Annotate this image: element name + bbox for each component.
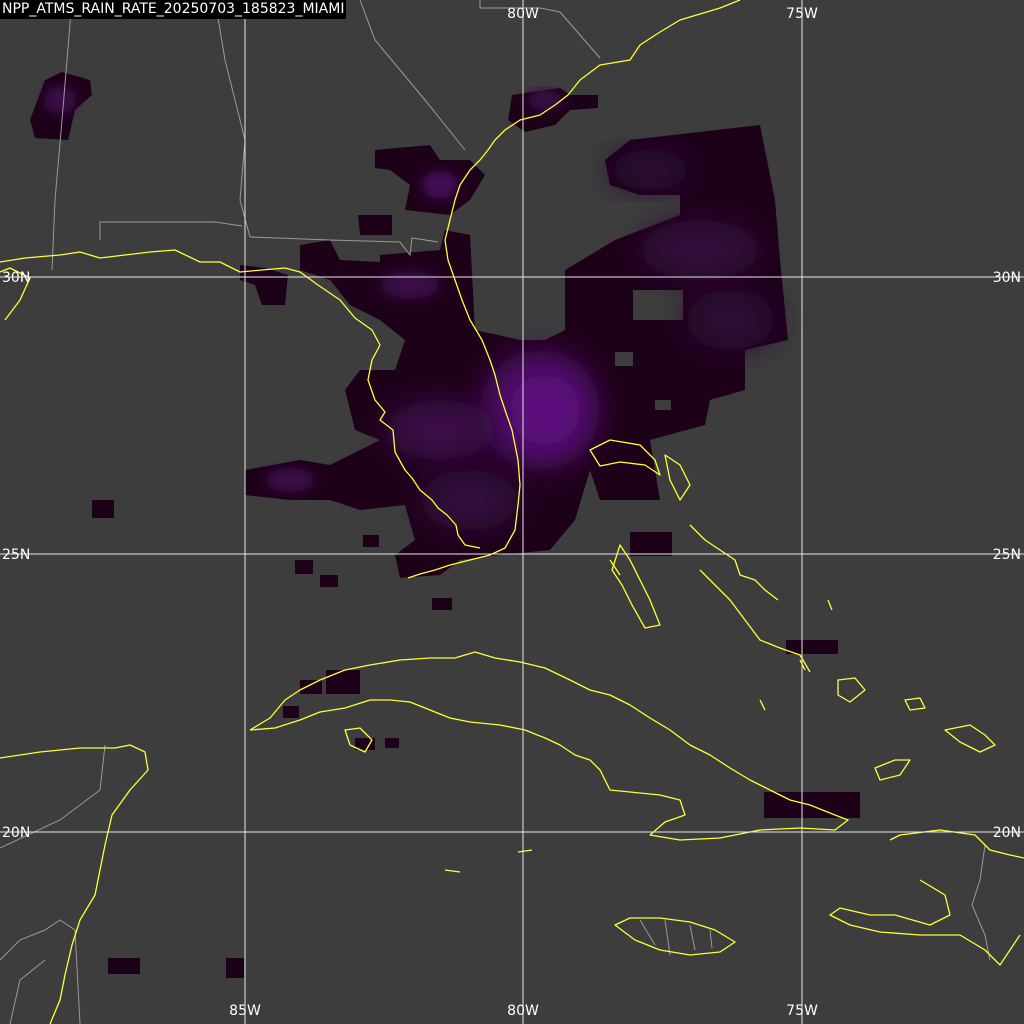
rain-gap <box>633 290 683 320</box>
rain-cell <box>786 640 838 654</box>
lat-label-right-20n: 20N <box>993 825 1021 841</box>
lat-label-right-30n: 30N <box>993 270 1021 286</box>
lon-label-bottom-85w: 85W <box>229 1003 261 1019</box>
rain-intensity <box>265 468 315 492</box>
rain-intensity <box>640 220 760 280</box>
rain-cell <box>320 575 338 587</box>
satellite-rain-rate-map[interactable]: 80W 75W 85W 80W 75W 30N 25N 20N 30N 25N … <box>0 0 1024 1024</box>
rain-intensity <box>44 86 76 114</box>
rain-intensity <box>385 400 495 460</box>
rain-intensity <box>422 171 458 199</box>
rain-cell <box>108 958 140 974</box>
rain-intensity <box>380 271 440 299</box>
lon-label-bottom-80w: 80W <box>507 1003 539 1019</box>
rain-gap <box>655 400 671 410</box>
lat-label-left-30n: 30N <box>2 270 30 286</box>
rain-cell <box>295 560 313 574</box>
lat-label-left-20n: 20N <box>2 825 30 841</box>
rain-cell <box>226 958 244 978</box>
rain-cell <box>326 670 360 694</box>
rain-intensity <box>685 290 775 350</box>
lat-label-right-25n: 25N <box>993 547 1021 563</box>
lon-label-top-75w: 75W <box>786 6 818 22</box>
rain-cell <box>432 598 452 610</box>
rain-intensity <box>420 470 520 530</box>
rain-cell <box>630 532 672 556</box>
rain-cell <box>300 680 322 694</box>
rain-intensity <box>510 375 580 445</box>
rain-cell <box>283 706 299 718</box>
rain-gap <box>615 352 633 366</box>
lon-label-top-80w: 80W <box>507 6 539 22</box>
lon-label-bottom-75w: 75W <box>786 1003 818 1019</box>
rain-intensity <box>610 150 690 190</box>
rain-patch-ga-small <box>358 215 392 235</box>
rain-cell <box>764 792 860 818</box>
lat-label-left-25n: 25N <box>2 547 30 563</box>
product-title-label: NPP_ATMS_RAIN_RATE_20250703_185823_MIAMI <box>0 0 347 19</box>
rain-cell <box>92 500 114 518</box>
rain-intensity <box>527 90 563 110</box>
rain-cell <box>363 535 379 547</box>
rain-cell <box>385 738 399 748</box>
